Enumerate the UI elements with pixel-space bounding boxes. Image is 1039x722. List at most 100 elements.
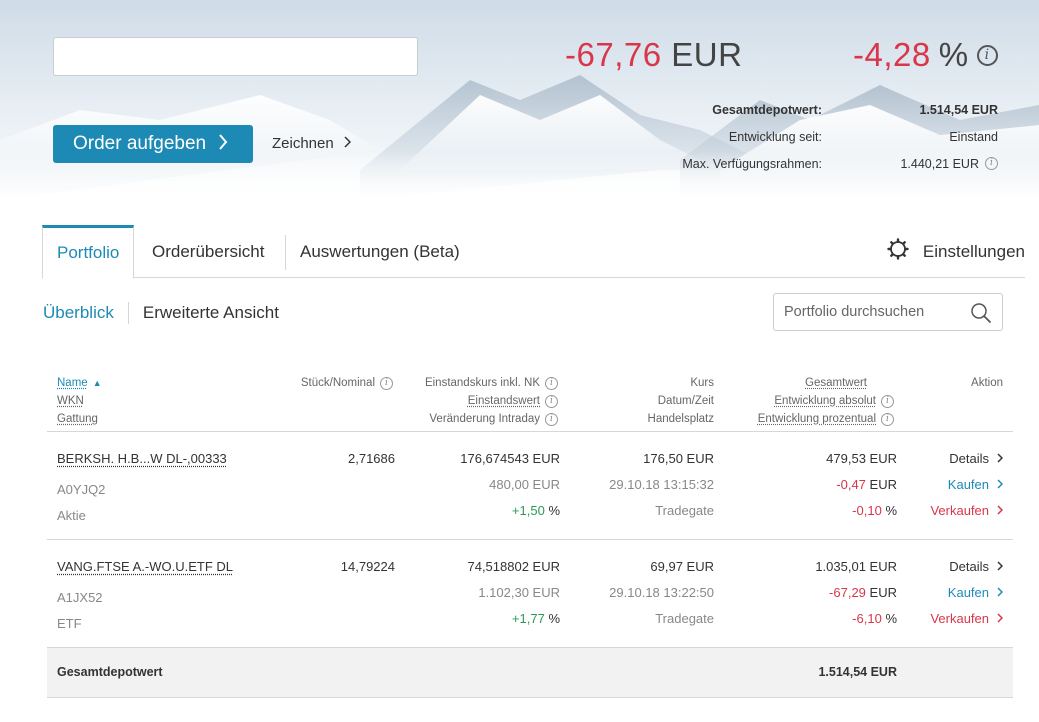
security-handelsplatz: Tradegate [655, 610, 714, 626]
column-name-group: Name ▲ WKN Gattung [57, 374, 177, 428]
table-row-2-name: VANG.FTSE A.-WO.U.ETF DL A1JX52 ETF [57, 553, 277, 636]
table-row-1-gesamt: 479,53 EUR -0,47 EUR -0,10 % [740, 445, 897, 523]
table-divider [47, 431, 1013, 432]
security-gattung: Aktie [57, 507, 86, 523]
settings-label: Einstellungen [922, 241, 1025, 261]
tab-analysis[interactable]: Auswertungen (Beta) [300, 225, 460, 278]
table-row-1-einstand: 176,674543 EUR 480,00 EUR +1,50 % [400, 445, 560, 523]
verkaufen-button[interactable]: Verkaufen [930, 502, 1004, 518]
column-wkn[interactable]: WKN [57, 395, 84, 407]
tab-portfolio[interactable]: Portfolio [42, 225, 135, 279]
subnav-overview[interactable]: Überblick [43, 303, 114, 323]
info-icon[interactable]: i [545, 394, 558, 408]
chevron-right-icon [997, 611, 1004, 626]
table-row-2-stueck: 14,79224 [290, 553, 395, 579]
security-kurs: 176,50 EUR [643, 450, 714, 466]
summary-values: 1.514,54 EUR Einstand 1.440,21 EUR i [830, 96, 998, 177]
security-gesamtwert: 479,53 EUR [826, 450, 897, 466]
order-button-label: Order aufgeben [73, 133, 207, 154]
chevron-right-icon [344, 135, 351, 152]
change-percent: -4,28 % i [853, 36, 998, 74]
info-icon[interactable]: i [976, 44, 998, 66]
verkaufen-label: Verkaufen [930, 610, 989, 626]
table-row-1-stueck: 2,71686 [290, 445, 395, 471]
security-entw-pct-unit: % [885, 610, 897, 626]
column-name[interactable]: Name [57, 377, 88, 389]
kaufen-button[interactable]: Kaufen [947, 584, 1004, 600]
tab-analysis-label: Auswertungen (Beta) [300, 241, 460, 261]
table-row-1-actions: Details Kaufen Verkaufen [900, 445, 1004, 523]
summary-value-limit: 1.440,21 EUR [900, 156, 979, 171]
order-button[interactable]: Order aufgeben [53, 125, 253, 163]
security-wkn: A0YJQ2 [57, 481, 106, 497]
table-row-2-einstand: 74,518802 EUR 1.102,30 EUR +1,77 % [400, 553, 560, 631]
subnav-extended[interactable]: Erweiterte Ansicht [143, 303, 279, 323]
details-label: Details [949, 450, 989, 466]
zeichnen-link[interactable]: Zeichnen [272, 135, 351, 152]
tab-portfolio-label: Portfolio [57, 243, 120, 262]
total-label: Gesamtdepotwert [57, 665, 163, 679]
security-intraday-value: +1,77 [511, 610, 545, 626]
details-button[interactable]: Details [949, 558, 1004, 574]
table-row-2-kurs: 69,97 EUR 29.10.18 13:22:50 Tradegate [580, 553, 714, 631]
change-absolute: -67,76 EUR [565, 36, 742, 74]
security-einstandswert: 1.102,30 EUR [478, 584, 560, 600]
info-icon[interactable]: i [985, 157, 998, 170]
column-datum: Datum/Zeit [657, 395, 714, 407]
security-name-link[interactable]: VANG.FTSE A.-WO.U.ETF DL [57, 559, 233, 574]
verkaufen-button[interactable]: Verkaufen [930, 610, 1004, 626]
tab-orders[interactable]: Orderübersicht [152, 225, 264, 278]
search-icon[interactable] [970, 302, 992, 328]
total-row: Gesamtdepotwert 1.514,54 EUR [47, 648, 1013, 698]
info-icon[interactable]: i [881, 394, 894, 408]
verkaufen-label: Verkaufen [930, 502, 989, 518]
column-stueck-group: Stück/Nominal i [260, 374, 393, 392]
column-entw-pct[interactable]: Entwicklung prozentual [758, 413, 876, 425]
column-gesamtwert[interactable]: Gesamtwert [805, 377, 867, 389]
column-entw-abs[interactable]: Entwicklung absolut [774, 395, 876, 407]
summary-label-limit: Max. Verfügungsrahmen: [682, 156, 822, 171]
column-handelsplatz: Handelsplatz [647, 413, 714, 425]
sub-navigation: Überblick Erweiterte Ansicht [43, 299, 279, 326]
column-gattung[interactable]: Gattung [57, 413, 98, 425]
details-button[interactable]: Details [949, 450, 1004, 466]
security-handelsplatz: Tradegate [655, 502, 714, 518]
change-percent-unit: % [938, 36, 969, 73]
settings-button[interactable]: Einstellungen [887, 225, 1025, 278]
column-einstand-group: Einstandskurs inkl. NK i Einstandswert i V… [400, 374, 558, 428]
total-value: 1.514,54 EUR [818, 665, 897, 679]
chevron-right-icon [997, 477, 1004, 492]
details-label: Details [949, 558, 989, 574]
security-einstandskurs: 176,674543 EUR [460, 450, 560, 466]
table-row-1-kurs: 176,50 EUR 29.10.18 13:15:32 Tradegate [580, 445, 714, 523]
column-einstandswert[interactable]: Einstandswert [468, 395, 540, 407]
column-kurs-group: Kurs Datum/Zeit Handelsplatz [600, 374, 714, 428]
kaufen-button[interactable]: Kaufen [948, 477, 1004, 492]
chevron-right-icon [218, 133, 228, 156]
summary-labels: Gesamtdepotwert: Entwicklung seit: Max. … [600, 96, 822, 177]
column-kurs: Kurs [690, 377, 714, 389]
column-aktion: Aktion [971, 377, 1003, 389]
header-search-input[interactable] [53, 37, 418, 76]
portfolio-search-placeholder: Portfolio durchsuchen [784, 304, 925, 320]
chevron-right-icon [997, 451, 1004, 466]
portfolio-search-field[interactable]: Portfolio durchsuchen [773, 293, 1003, 331]
security-entw-abs-unit: EUR [869, 584, 897, 600]
security-stueck: 2,71686 [348, 450, 395, 466]
column-veraenderung: Veränderung Intraday [429, 413, 540, 425]
security-entw-abs-unit: EUR [869, 476, 897, 492]
summary-value-total: 1.514,54 EUR [919, 102, 998, 117]
change-absolute-value: -67,76 [565, 36, 662, 73]
kaufen-label: Kaufen [947, 584, 989, 600]
security-entw-pct-value: -0,10 [852, 502, 882, 518]
security-datum: 29.10.18 13:22:50 [609, 584, 714, 600]
info-icon[interactable]: i [545, 412, 558, 426]
security-name-link[interactable]: BERKSH. H.B...W DL-,00333 [57, 451, 227, 466]
column-aktion-group: Aktion [930, 374, 1003, 392]
info-icon[interactable]: i [881, 412, 894, 426]
column-stueck: Stück/Nominal [300, 377, 375, 389]
security-stueck: 14,79224 [340, 558, 395, 574]
info-icon[interactable]: i [380, 376, 393, 390]
change-percent-value: -4,28 [853, 36, 931, 73]
info-icon[interactable]: i [545, 376, 558, 390]
